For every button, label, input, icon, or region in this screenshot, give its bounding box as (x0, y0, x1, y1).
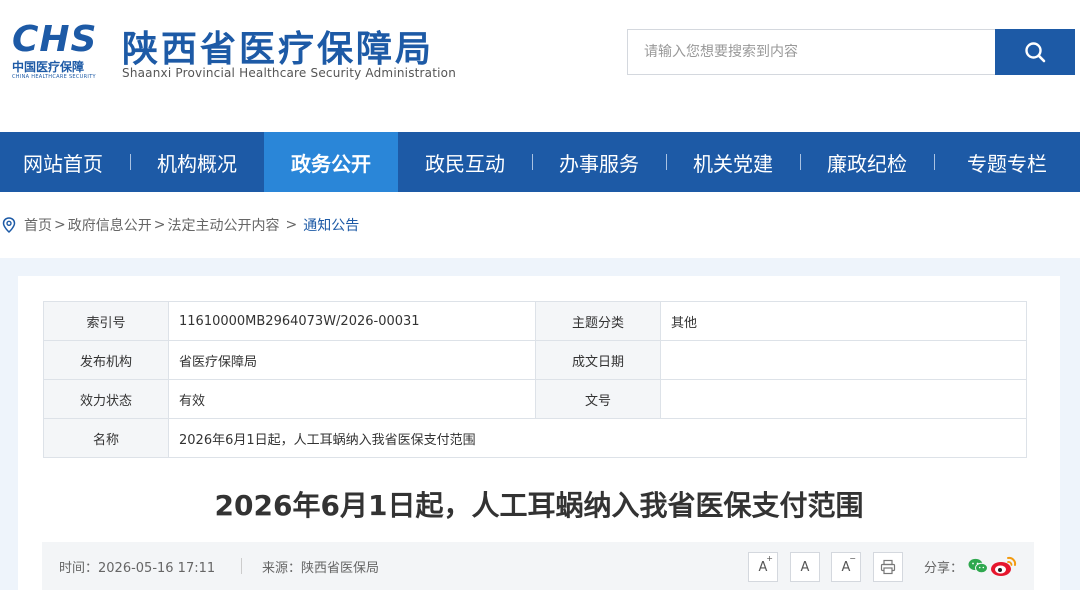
weibo-share-icon[interactable] (990, 554, 1018, 578)
share-label: 分享： (924, 561, 964, 576)
breadcrumb-separator: > (54, 217, 66, 233)
search-input[interactable] (628, 30, 996, 74)
wechat-share-icon[interactable] (968, 558, 988, 574)
search-button[interactable] (995, 29, 1075, 75)
site-logo[interactable]: CHS 中国医疗保障 CHINA HEALTHCARE SECURITY 陕西省… (10, 18, 470, 88)
meta-label: 索引号 (43, 301, 169, 341)
nav-item-about[interactable]: 机构概况 (134, 132, 260, 192)
breadcrumb-gov-info[interactable]: 政府信息公开 (68, 215, 152, 235)
nav-item-gov-affairs[interactable]: 政务公开 (264, 132, 398, 192)
nav-divider (934, 154, 935, 170)
chs-logo-icon: CHS (12, 19, 97, 58)
minus-icon: − (849, 554, 856, 563)
nav-item-services[interactable]: 办事服务 (532, 132, 666, 192)
article-panel: 索引号 11610000MB2964073W/2026-00031 主题分类 其… (18, 276, 1060, 590)
nav-divider (130, 154, 131, 170)
breadcrumb-current[interactable]: 通知公告 (303, 215, 359, 235)
table-row: 发布机构 省医疗保障局 成文日期 (43, 340, 1027, 380)
meta-value (660, 340, 1027, 380)
plus-icon: + (766, 554, 773, 563)
site-header: CHS 中国医疗保障 CHINA HEALTHCARE SECURITY 陕西省… (0, 0, 1080, 132)
nav-item-party[interactable]: 机关党建 (666, 132, 800, 192)
meta-value: 省医疗保障局 (168, 340, 536, 380)
table-row: 索引号 11610000MB2964073W/2026-00031 主题分类 其… (43, 301, 1027, 341)
table-row: 名称 2026年6月1日起，人工耳蜗纳入我省医保支付范围 (43, 418, 1027, 458)
publish-time: 时间：2026-05-16 17:11 (59, 561, 216, 576)
meta-label: 效力状态 (43, 379, 169, 419)
meta-value: 其他 (660, 301, 1027, 341)
nav-item-interaction[interactable]: 政民互动 (398, 132, 532, 192)
article-title: 2026年6月1日起，人工耳蜗纳入我省医保支付范围 (214, 489, 864, 522)
site-title: 陕西省医疗保障局 (122, 29, 435, 70)
printer-icon (880, 559, 896, 575)
meta-label: 成文日期 (535, 340, 661, 380)
main-nav: 网站首页 机构概况 政务公开 政民互动 办事服务 机关党建 廉政纪检 专题专栏 (0, 132, 1080, 192)
breadcrumb: 首页 > 政府信息公开 > 法定主动公开内容 > 通知公告 (0, 212, 359, 238)
article-source: 来源：陕西省医保局 (262, 561, 380, 576)
info-divider (241, 558, 242, 574)
meta-label: 文号 (535, 379, 661, 419)
breadcrumb-separator: > (285, 217, 298, 233)
print-button[interactable] (873, 552, 903, 582)
breadcrumb-home[interactable]: 首页 (24, 215, 52, 235)
breadcrumb-separator: > (153, 217, 166, 233)
table-row: 效力状态 有效 文号 (43, 379, 1027, 419)
font-normal-label: A (800, 559, 810, 575)
meta-value: 11610000MB2964073W/2026-00031 (168, 301, 536, 341)
search-box (627, 29, 1075, 75)
doc-meta-table: 索引号 11610000MB2964073W/2026-00031 主题分类 其… (43, 301, 1027, 458)
breadcrumb-statutory[interactable]: 法定主动公开内容 (167, 215, 279, 235)
logo-mark-text: CHS (12, 19, 97, 58)
font-normal-button[interactable]: A (790, 552, 820, 582)
nav-item-home[interactable]: 网站首页 (0, 132, 126, 192)
meta-label: 主题分类 (535, 301, 661, 341)
site-subtitle: Shaanxi Provincial Healthcare Security A… (122, 66, 457, 80)
font-smaller-button[interactable]: A − (831, 552, 861, 582)
nav-item-topics[interactable]: 专题专栏 (938, 132, 1076, 192)
meta-label: 发布机构 (43, 340, 169, 380)
location-pin-icon (2, 217, 16, 233)
article-info-bar: 时间：2026-05-16 17:11 来源：陕西省医保局 A + A A − 分享… (42, 542, 1034, 590)
logo-cn-text: 中国医疗保障 (12, 60, 85, 74)
nav-item-discipline[interactable]: 廉政纪检 (800, 132, 934, 192)
meta-value (660, 379, 1027, 419)
meta-value: 2026年6月1日起，人工耳蜗纳入我省医保支付范围 (168, 418, 1027, 458)
meta-value: 有效 (168, 379, 536, 419)
meta-label: 名称 (43, 418, 169, 458)
search-icon (1025, 42, 1046, 63)
font-larger-button[interactable]: A + (748, 552, 778, 582)
logo-en-text: CHINA HEALTHCARE SECURITY (12, 74, 96, 80)
